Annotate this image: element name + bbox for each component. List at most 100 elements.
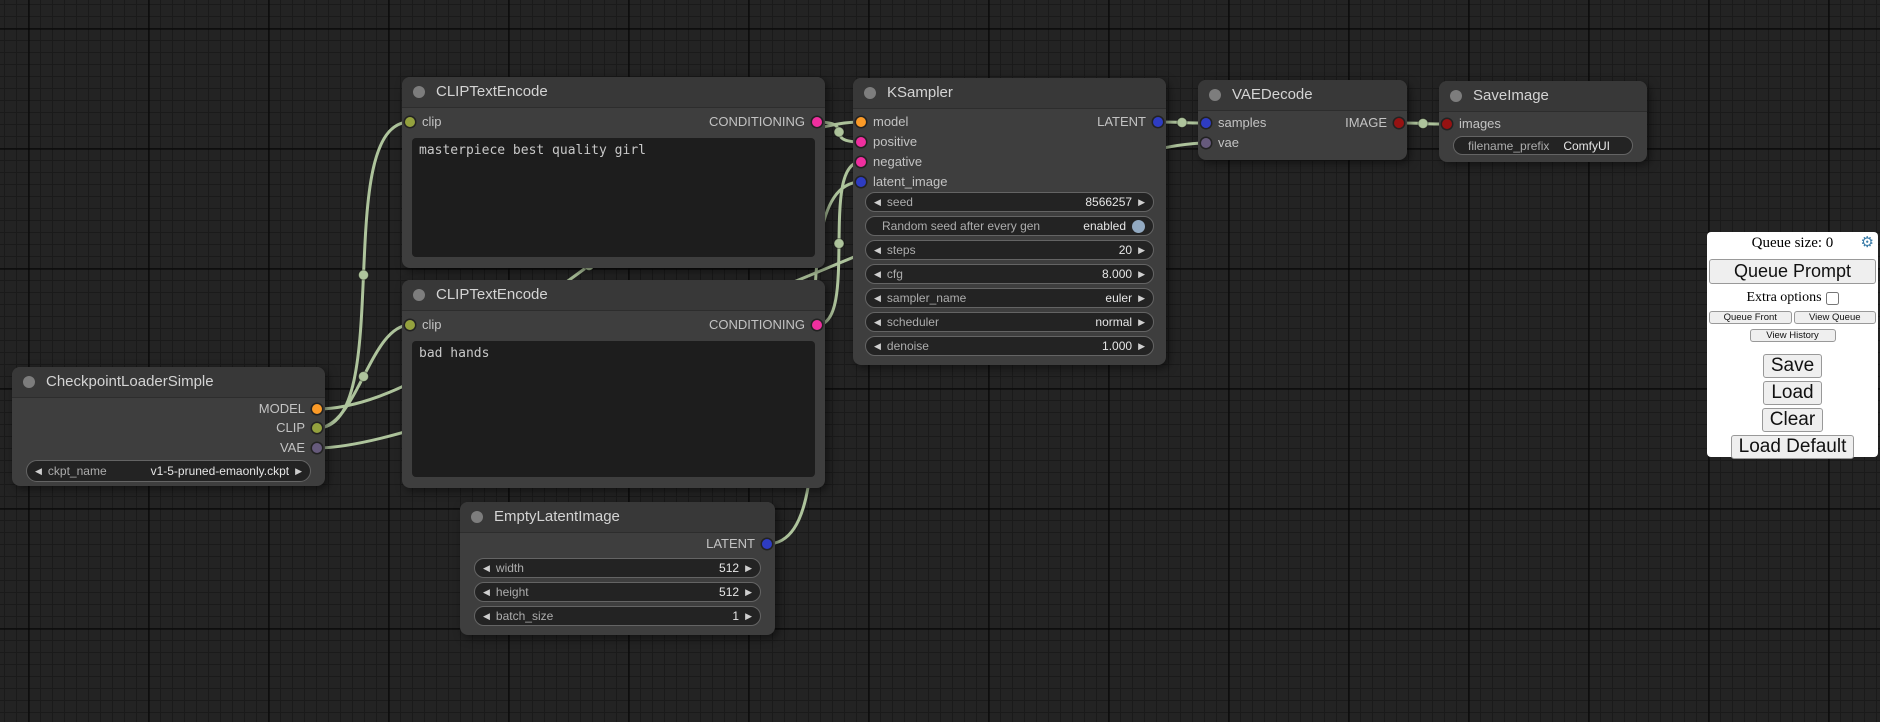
queue-size-label: Queue size: 0 xyxy=(1752,235,1834,251)
node-empty-latent-image[interactable]: EmptyLatentImage LATENT ◀ width 512 ▶ ◀ … xyxy=(460,502,775,635)
collapse-dot[interactable] xyxy=(413,86,425,98)
clip-neg-cond-output-dot[interactable] xyxy=(812,320,822,330)
widget-label: seed xyxy=(887,195,913,209)
decrement-arrow-icon[interactable]: ◀ xyxy=(483,583,490,601)
collapse-dot[interactable] xyxy=(471,511,483,523)
increment-arrow-icon[interactable]: ▶ xyxy=(1138,289,1145,307)
filename-prefix-widget[interactable]: filename_prefix ComfyUI xyxy=(1453,136,1633,155)
node-title-bar: SaveImage xyxy=(1439,81,1647,112)
increment-arrow-icon[interactable]: ▶ xyxy=(745,559,752,577)
widget-value: 1.000 xyxy=(1102,339,1132,353)
clip-pos-cond-output-dot[interactable] xyxy=(812,117,822,127)
output-label-vae: VAE xyxy=(280,439,305,457)
output-label-latent: LATENT xyxy=(1097,113,1146,131)
node-title: CLIPTextEncode xyxy=(436,77,548,107)
seed-widget[interactable]: ◀ seed 8566257 ▶ xyxy=(865,192,1154,212)
increment-arrow-icon[interactable]: ▶ xyxy=(1138,265,1145,283)
node-checkpoint-loader[interactable]: CheckpointLoaderSimple MODEL CLIP VAE ◀ … xyxy=(12,367,325,486)
collapse-dot[interactable] xyxy=(864,87,876,99)
vaedecode-image-output-dot[interactable] xyxy=(1394,118,1404,128)
increment-arrow-icon[interactable]: ▶ xyxy=(1138,193,1145,211)
input-label-vae: vae xyxy=(1218,134,1239,152)
input-label-images: images xyxy=(1459,115,1501,133)
widget-value: ComfyUI xyxy=(1563,139,1610,153)
random-seed-toggle-widget[interactable]: Random seed after every gen enabled xyxy=(865,216,1154,236)
clip-neg-clip-input-dot[interactable] xyxy=(405,320,415,330)
ksampler-model-input-dot[interactable] xyxy=(856,117,866,127)
decrement-arrow-icon[interactable]: ◀ xyxy=(35,462,42,480)
toggle-indicator[interactable] xyxy=(1132,220,1145,233)
prompt-textarea[interactable]: masterpiece best quality girl xyxy=(412,138,815,257)
latent-output-dot[interactable] xyxy=(762,539,772,549)
node-title: VAEDecode xyxy=(1232,80,1313,110)
node-ksampler[interactable]: KSampler model positive negative latent_… xyxy=(853,78,1166,365)
widget-value: enabled xyxy=(1083,219,1126,233)
save-button[interactable]: Save xyxy=(1763,354,1822,378)
ckpt-name-widget[interactable]: ◀ ckpt_name v1-5-pruned-emaonly.ckpt ▶ xyxy=(26,460,311,482)
ckpt-clip-output-dot[interactable] xyxy=(312,423,322,433)
denoise-widget[interactable]: ◀ denoise 1.000 ▶ xyxy=(865,336,1154,356)
cfg-widget[interactable]: ◀ cfg 8.000 ▶ xyxy=(865,264,1154,284)
ksampler-positive-input-dot[interactable] xyxy=(856,137,866,147)
ckpt-vae-output-dot[interactable] xyxy=(312,443,322,453)
queue-prompt-button[interactable]: Queue Prompt xyxy=(1709,259,1876,284)
widget-value: 8566257 xyxy=(1085,195,1132,209)
widget-label: width xyxy=(496,561,524,575)
ksampler-negative-input-dot[interactable] xyxy=(856,157,866,167)
decrement-arrow-icon[interactable]: ◀ xyxy=(874,313,881,331)
load-default-button[interactable]: Load Default xyxy=(1731,435,1855,459)
node-save-image[interactable]: SaveImage images filename_prefix ComfyUI xyxy=(1439,81,1647,162)
node-title-bar: VAEDecode xyxy=(1198,80,1407,111)
increment-arrow-icon[interactable]: ▶ xyxy=(745,583,752,601)
output-label-conditioning: CONDITIONING xyxy=(709,113,805,131)
sampler-name-widget[interactable]: ◀ sampler_name euler ▶ xyxy=(865,288,1154,308)
increment-arrow-icon[interactable]: ▶ xyxy=(745,607,752,625)
view-queue-button[interactable]: View Queue xyxy=(1794,311,1877,324)
decrement-arrow-icon[interactable]: ◀ xyxy=(874,241,881,259)
collapse-dot[interactable] xyxy=(23,376,35,388)
decrement-arrow-icon[interactable]: ◀ xyxy=(483,607,490,625)
saveimage-images-input-dot[interactable] xyxy=(1442,119,1452,129)
extra-options-checkbox[interactable] xyxy=(1826,292,1839,305)
node-clip-text-encode-positive[interactable]: CLIPTextEncode clip CONDITIONING masterp… xyxy=(402,77,825,268)
node-graph-canvas[interactable]: CheckpointLoaderSimple MODEL CLIP VAE ◀ … xyxy=(0,0,1880,722)
vaedecode-vae-input-dot[interactable] xyxy=(1201,138,1211,148)
collapse-dot[interactable] xyxy=(1450,90,1462,102)
decrement-arrow-icon[interactable]: ◀ xyxy=(874,193,881,211)
steps-widget[interactable]: ◀ steps 20 ▶ xyxy=(865,240,1154,260)
height-widget[interactable]: ◀ height 512 ▶ xyxy=(474,582,761,602)
clip-pos-clip-input-dot[interactable] xyxy=(405,117,415,127)
settings-gear-icon[interactable]: ⚙ xyxy=(1861,234,1874,251)
view-history-button[interactable]: View History xyxy=(1750,329,1836,342)
widget-label: scheduler xyxy=(887,315,939,329)
node-clip-text-encode-negative[interactable]: CLIPTextEncode clip CONDITIONING bad han… xyxy=(402,280,825,488)
ksampler-latent-input-dot[interactable] xyxy=(856,177,866,187)
width-widget[interactable]: ◀ width 512 ▶ xyxy=(474,558,761,578)
widget-value: v1-5-pruned-emaonly.ckpt xyxy=(151,464,290,478)
input-label-model: model xyxy=(873,113,908,131)
widget-label: sampler_name xyxy=(887,291,966,305)
increment-arrow-icon[interactable]: ▶ xyxy=(1138,313,1145,331)
increment-arrow-icon[interactable]: ▶ xyxy=(1138,241,1145,259)
increment-arrow-icon[interactable]: ▶ xyxy=(295,462,302,480)
decrement-arrow-icon[interactable]: ◀ xyxy=(874,289,881,307)
decrement-arrow-icon[interactable]: ◀ xyxy=(874,265,881,283)
ckpt-model-output-dot[interactable] xyxy=(312,404,322,414)
widget-label: denoise xyxy=(887,339,929,353)
node-vae-decode[interactable]: VAEDecode samples vae IMAGE xyxy=(1198,80,1407,160)
prompt-textarea[interactable]: bad hands xyxy=(412,341,815,477)
vaedecode-samples-input-dot[interactable] xyxy=(1201,118,1211,128)
decrement-arrow-icon[interactable]: ◀ xyxy=(874,337,881,355)
collapse-dot[interactable] xyxy=(1209,89,1221,101)
node-title: CLIPTextEncode xyxy=(436,280,548,310)
queue-front-button[interactable]: Queue Front xyxy=(1709,311,1792,324)
clear-button[interactable]: Clear xyxy=(1762,408,1823,432)
collapse-dot[interactable] xyxy=(413,289,425,301)
input-label-samples: samples xyxy=(1218,114,1266,132)
load-button[interactable]: Load xyxy=(1763,381,1821,405)
decrement-arrow-icon[interactable]: ◀ xyxy=(483,559,490,577)
increment-arrow-icon[interactable]: ▶ xyxy=(1138,337,1145,355)
ksampler-latent-output-dot[interactable] xyxy=(1153,117,1163,127)
scheduler-widget[interactable]: ◀ scheduler normal ▶ xyxy=(865,312,1154,332)
batch-size-widget[interactable]: ◀ batch_size 1 ▶ xyxy=(474,606,761,626)
